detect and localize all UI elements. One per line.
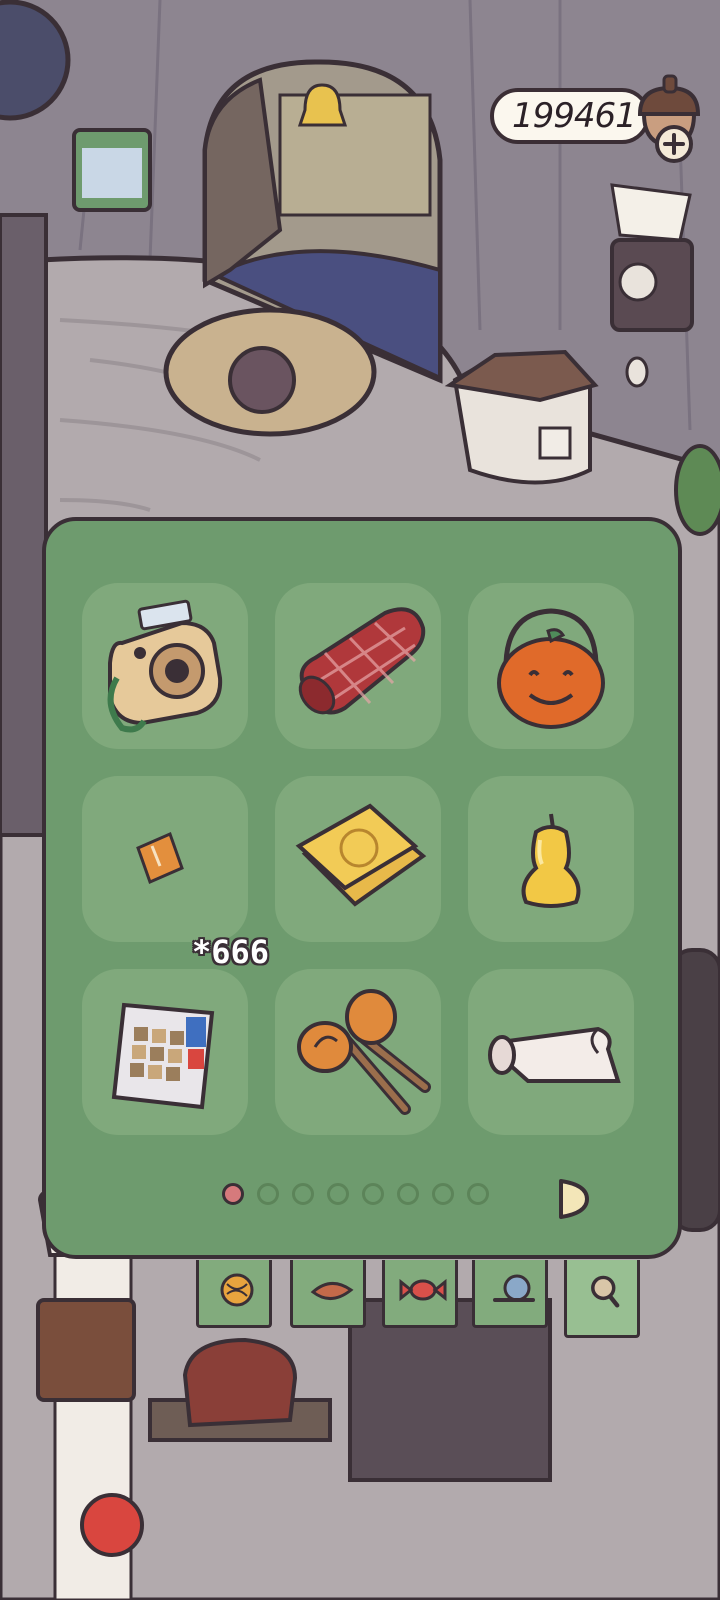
ticket-quantity: *666 bbox=[192, 933, 270, 971]
next-page-arrow-icon[interactable] bbox=[557, 1177, 591, 1221]
page-dot-2[interactable] bbox=[257, 1183, 279, 1205]
currency-display: 199461 bbox=[490, 88, 650, 144]
tab-leaf[interactable] bbox=[290, 1260, 366, 1328]
inventory-slot-blanket[interactable] bbox=[275, 583, 441, 749]
tab-candy[interactable] bbox=[382, 1260, 458, 1328]
inventory-slot-pumpkin[interactable] bbox=[468, 583, 634, 749]
page-dot-8[interactable] bbox=[467, 1183, 489, 1205]
inventory-slot-ticket[interactable] bbox=[82, 776, 248, 942]
inventory-slot-paper-roll[interactable] bbox=[468, 969, 634, 1135]
tablet-icon bbox=[111, 1002, 215, 1110]
snail-icon bbox=[493, 1274, 535, 1302]
candle-icon bbox=[521, 813, 581, 908]
rolled-blanket-icon bbox=[298, 607, 426, 715]
camera-icon bbox=[107, 599, 223, 733]
candy-icon bbox=[399, 1278, 447, 1302]
plus-icon[interactable] bbox=[655, 125, 693, 163]
page-indicator bbox=[222, 1175, 589, 1219]
page-dot-1[interactable] bbox=[222, 1183, 244, 1205]
inventory-slot-candle[interactable] bbox=[468, 776, 634, 942]
ticket-icon bbox=[136, 831, 184, 885]
paper-roll-icon bbox=[488, 1026, 621, 1083]
yarn-ball-icon bbox=[220, 1273, 254, 1307]
card-icon bbox=[295, 803, 427, 907]
tab-search[interactable] bbox=[564, 1260, 640, 1338]
pumpkin-basket-icon bbox=[497, 608, 605, 729]
inventory-slot-card[interactable] bbox=[275, 776, 441, 942]
page-dot-5[interactable] bbox=[362, 1183, 384, 1205]
inventory-slot-camera[interactable] bbox=[82, 583, 248, 749]
currency-amount: 199461 bbox=[512, 96, 637, 136]
tab-yarn[interactable] bbox=[196, 1260, 272, 1328]
leaf-icon bbox=[310, 1282, 354, 1300]
inventory-slot-tablet[interactable] bbox=[82, 969, 248, 1135]
maracas-icon bbox=[297, 989, 431, 1115]
page-dot-3[interactable] bbox=[292, 1183, 314, 1205]
magnifier-icon bbox=[591, 1275, 620, 1308]
page-dot-4[interactable] bbox=[327, 1183, 349, 1205]
page-dot-6[interactable] bbox=[397, 1183, 419, 1205]
page-dot-7[interactable] bbox=[432, 1183, 454, 1205]
inventory-panel: *666 bbox=[42, 517, 682, 1259]
acorn-icon[interactable] bbox=[628, 74, 708, 164]
inventory-slot-maracas[interactable] bbox=[275, 969, 441, 1135]
tab-snail[interactable] bbox=[472, 1260, 548, 1328]
